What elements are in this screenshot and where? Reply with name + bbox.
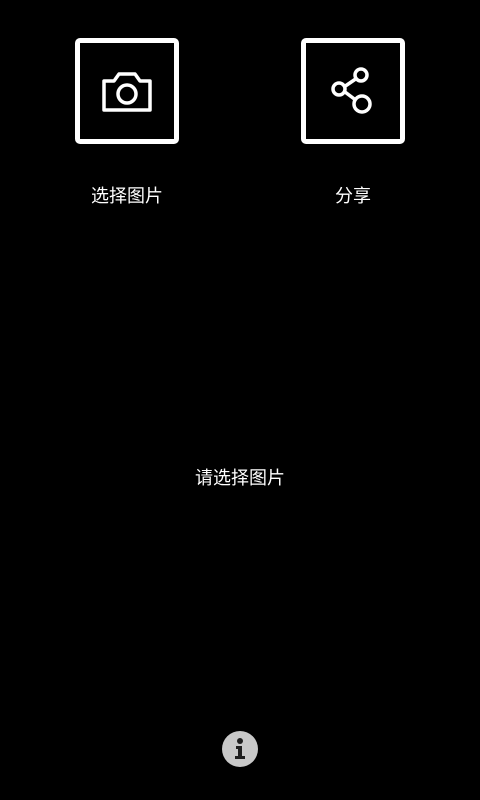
camera-icon: [102, 72, 152, 112]
share-button[interactable]: [301, 38, 405, 144]
info-icon: [235, 738, 245, 759]
share-label: 分享: [335, 186, 371, 207]
empty-state-message: 请选择图片: [195, 468, 285, 489]
share-icon: [331, 67, 372, 114]
select-image-button[interactable]: [75, 38, 179, 144]
info-button[interactable]: [222, 731, 258, 767]
select-image-label: 选择图片: [91, 186, 163, 207]
